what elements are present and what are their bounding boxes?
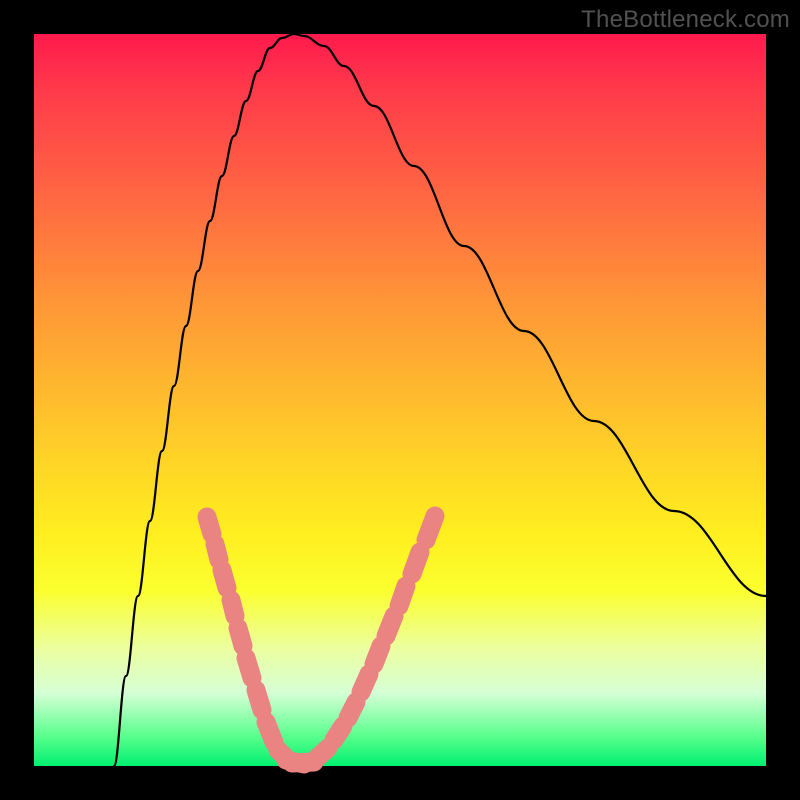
curve-bead: [348, 702, 356, 718]
curve-bead: [399, 586, 406, 606]
chart-stage: TheBottleneck.com: [0, 0, 800, 800]
bottleneck-curve: [114, 34, 766, 766]
curve-bead: [334, 726, 343, 740]
curve-bead: [317, 748, 328, 758]
curve-bead: [231, 600, 235, 616]
curve-bead: [361, 674, 369, 692]
beads-group: [207, 516, 435, 764]
watermark-text: TheBottleneck.com: [581, 6, 790, 34]
curve-bead: [215, 544, 219, 560]
curve-bead: [266, 722, 274, 742]
curve-bead: [222, 570, 227, 588]
curve-bead: [386, 616, 394, 636]
curve-bead: [374, 646, 381, 664]
curve-bead: [246, 658, 252, 678]
curve-bead: [256, 690, 262, 710]
curve-bead: [238, 628, 243, 646]
curve-bead: [412, 552, 420, 574]
curve-bead: [207, 517, 212, 534]
curve-bead: [426, 516, 435, 540]
plot-area: [34, 34, 766, 766]
curve-svg: [34, 34, 766, 766]
